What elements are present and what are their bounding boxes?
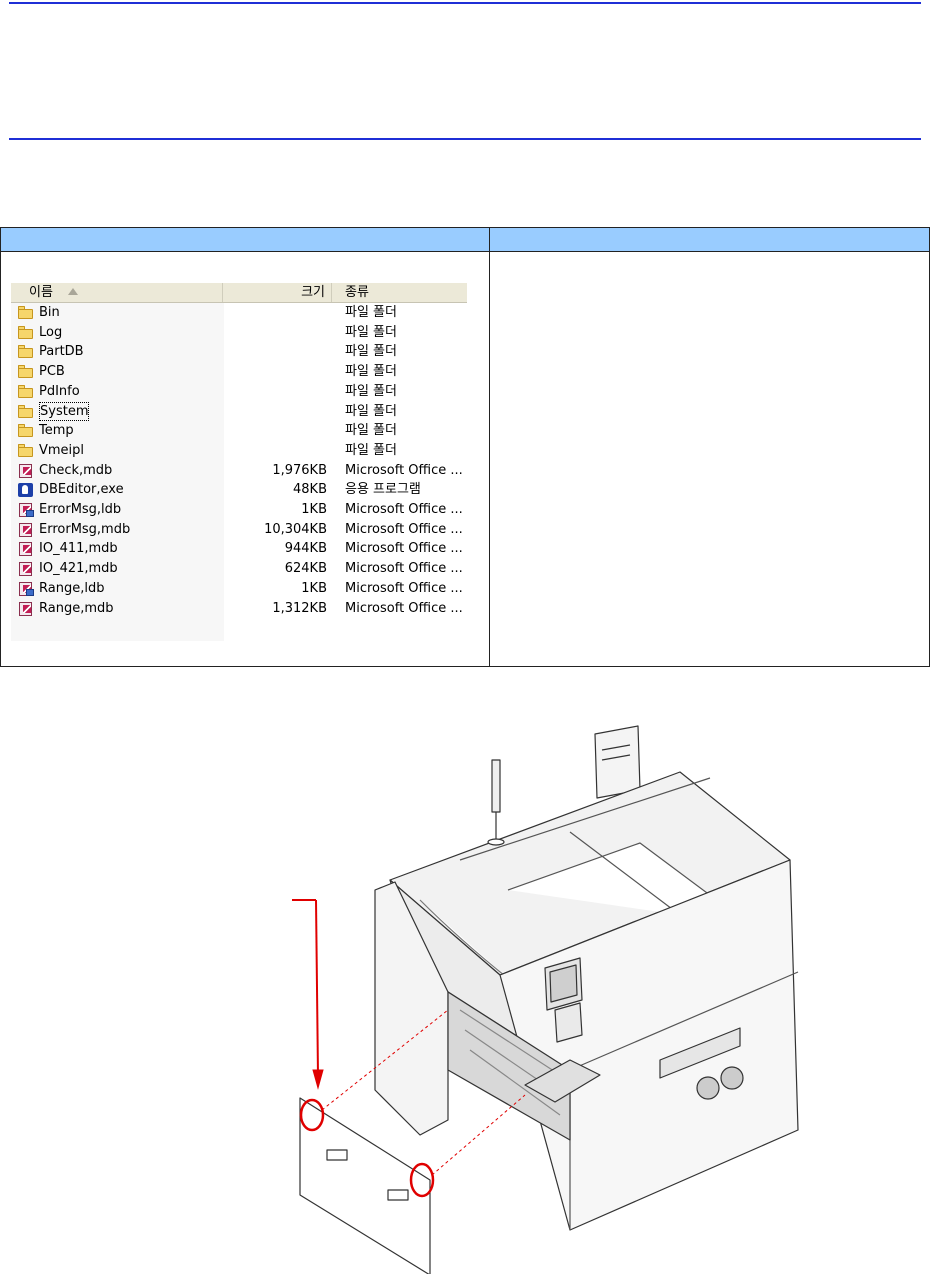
file-type: 파일 폴더: [345, 403, 397, 419]
file-type: Microsoft Office ...: [345, 600, 463, 616]
file-type: 파일 폴더: [345, 305, 397, 320]
top-rule: [9, 2, 921, 4]
access-database-icon: [18, 522, 34, 537]
file-name: System: [39, 401, 90, 422]
file-name: PCB: [39, 364, 65, 380]
list-item[interactable]: IO_411,mdb 944KB Microsoft Office ...: [11, 539, 467, 559]
folder-icon: [18, 306, 34, 320]
folder-icon: [18, 404, 34, 419]
list-item[interactable]: Bin 파일 폴더: [11, 303, 467, 323]
folder-icon: [18, 384, 34, 399]
list-item[interactable]: IO_421,mdb 624KB Microsoft Office ...: [11, 559, 467, 579]
folder-icon: [18, 325, 34, 340]
section-rule: [9, 138, 921, 140]
file-type: Microsoft Office ...: [345, 502, 463, 517]
list-item[interactable]: Temp 파일 폴더: [11, 421, 467, 441]
list-item[interactable]: DBEditor,exe 48KB 응용 프로그램: [11, 480, 467, 500]
machine-illustration: [292, 725, 799, 1274]
file-name: DBEditor,exe: [39, 482, 124, 498]
file-type: 파일 폴더: [345, 383, 397, 399]
column-header-type-label: 종류: [345, 285, 369, 300]
list-item[interactable]: Log 파일 폴더: [11, 323, 467, 343]
file-size: 1,312KB: [272, 600, 327, 616]
file-name: Vmeipl: [39, 442, 85, 458]
file-type: 파일 폴더: [345, 324, 397, 340]
access-database-icon: [18, 542, 34, 557]
access-lock-file-icon: [18, 503, 34, 517]
list-item[interactable]: ErrorMsg,mdb 10,304KB Microsoft Office ...: [11, 520, 467, 540]
column-header-name[interactable]: 이름: [11, 283, 223, 302]
file-name: Temp: [39, 423, 74, 439]
file-type: Microsoft Office ...: [345, 541, 463, 557]
file-type: 파일 폴더: [345, 364, 397, 380]
list-item[interactable]: ErrorMsg,ldb 1KB Microsoft Office ...: [11, 500, 467, 520]
column-header-name-label: 이름: [29, 285, 53, 300]
file-name: PdInfo: [39, 383, 80, 399]
file-size: 10,304KB: [264, 521, 327, 537]
access-database-icon: [18, 601, 34, 616]
file-name: Check,mdb: [39, 462, 113, 478]
file-name: Bin: [39, 305, 60, 320]
file-type: 파일 폴더: [345, 344, 397, 360]
application-exe-icon: [18, 483, 34, 498]
list-item[interactable]: Check,mdb 1,976KB Microsoft Office ...: [11, 461, 467, 481]
procedure-table: 이름 크기 종류 Bin 파일 폴더 Log 파일 폴더 PartDB 파일 폴더 PCB 파…: [0, 227, 930, 667]
file-size: 624KB: [284, 561, 327, 577]
folder-icon: [18, 424, 34, 438]
file-name: Range,ldb: [39, 580, 105, 596]
folder-icon: [18, 365, 34, 379]
file-type: Microsoft Office ...: [345, 521, 463, 537]
list-item[interactable]: System 파일 폴더: [11, 401, 467, 422]
list-item[interactable]: Range,mdb 1,312KB Microsoft Office ...: [11, 599, 467, 619]
file-type: 파일 폴더: [345, 423, 397, 439]
table-cell-right: [489, 251, 930, 667]
file-name: PartDB: [39, 344, 84, 360]
file-name: IO_421,mdb: [39, 561, 118, 577]
list-item[interactable]: PartDB 파일 폴더: [11, 342, 467, 362]
file-name: ErrorMsg,mdb: [39, 521, 131, 537]
table-header-right: [489, 227, 930, 252]
file-size: 1KB: [301, 502, 327, 517]
access-lock-file-icon: [18, 581, 34, 596]
file-size: 48KB: [293, 482, 327, 498]
column-header-size-label: 크기: [301, 285, 325, 300]
list-item[interactable]: PdInfo 파일 폴더: [11, 382, 467, 402]
column-header-size[interactable]: 크기: [224, 283, 332, 302]
list-item[interactable]: Vmeipl 파일 폴더: [11, 441, 467, 461]
file-name: ErrorMsg,ldb: [39, 502, 122, 517]
file-size: 1KB: [301, 580, 327, 596]
file-size: 1,976KB: [272, 462, 327, 478]
file-type: Microsoft Office ...: [345, 561, 463, 577]
folder-icon: [18, 443, 34, 458]
sort-ascending-icon: [68, 288, 78, 295]
list-item[interactable]: PCB 파일 폴더: [11, 362, 467, 382]
file-type: Microsoft Office ...: [345, 580, 463, 596]
table-header-left: [0, 227, 490, 252]
file-name: IO_411,mdb: [39, 541, 118, 557]
file-name: Range,mdb: [39, 600, 114, 616]
access-database-icon: [18, 562, 34, 577]
file-explorer-view[interactable]: 이름 크기 종류 Bin 파일 폴더 Log 파일 폴더 PartDB 파일 폴더 PCB 파…: [11, 283, 467, 641]
file-name: Log: [39, 324, 63, 340]
file-size: 944KB: [284, 541, 327, 557]
file-type: Microsoft Office ...: [345, 462, 463, 478]
folder-icon: [18, 345, 34, 359]
access-database-icon: [18, 463, 34, 478]
file-type: 파일 폴더: [345, 442, 397, 458]
column-header-bar: 이름 크기 종류: [11, 283, 467, 303]
file-type: 응용 프로그램: [345, 482, 421, 498]
list-item[interactable]: Range,ldb 1KB Microsoft Office ...: [11, 579, 467, 599]
column-header-type[interactable]: 종류: [333, 283, 467, 302]
